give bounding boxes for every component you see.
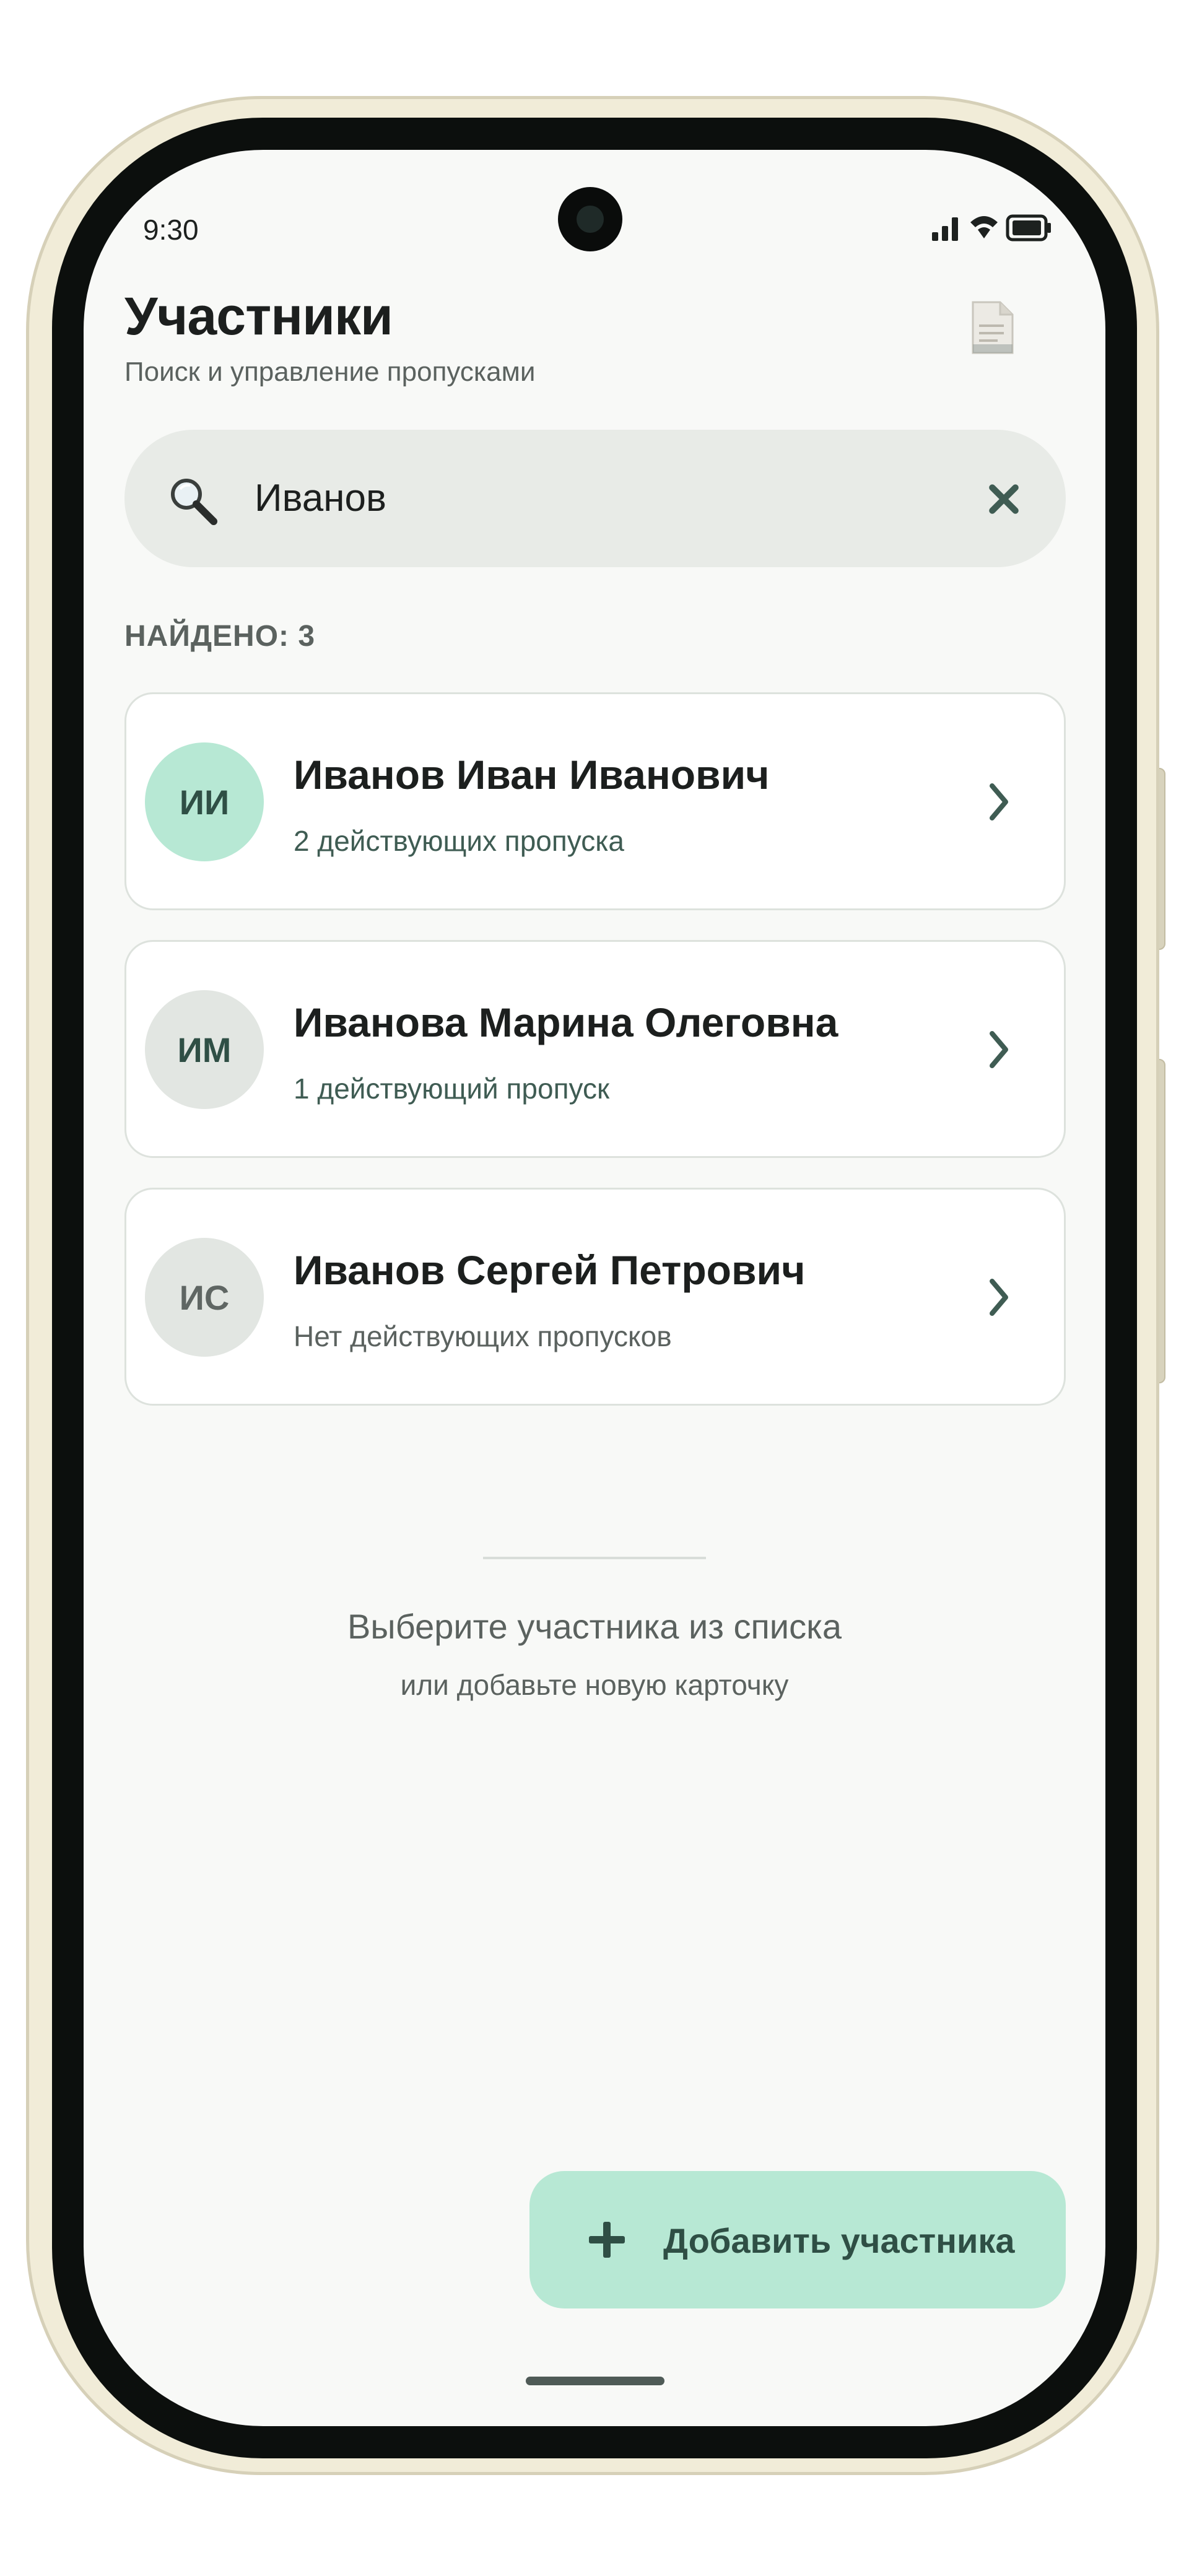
participant-card[interactable]: ИИ Иванов Иван Иванович 2 действующих пр…: [124, 692, 1066, 910]
participant-name: Иванов Иван Иванович: [294, 752, 770, 798]
wifi-icon: [970, 216, 998, 238]
stage: 9:30 Участники Поиск и управление пропус…: [0, 0, 1189, 2576]
participant-card[interactable]: ИС Иванов Сергей Петрович Нет действующи…: [124, 1188, 1066, 1406]
add-participant-button[interactable]: Добавить участника: [529, 2171, 1066, 2308]
search-icon: [171, 479, 217, 525]
close-icon: [989, 484, 1019, 514]
search-bar[interactable]: [124, 430, 1066, 567]
participant-name: Иванова Марина Олеговна: [294, 999, 838, 1045]
battery-icon: [1006, 214, 1051, 242]
home-indicator[interactable]: [526, 2377, 664, 2385]
empty-state-title: Выберите участника из списка: [347, 1607, 842, 1646]
status-time: 9:30: [143, 214, 199, 246]
divider: [483, 1557, 706, 1559]
pass-status: 1 действующий пропуск: [294, 1073, 610, 1105]
signal-icon: [932, 217, 958, 241]
empty-state-subtitle: или добавьте новую карточку: [400, 1669, 789, 1701]
results-count: НАЙДЕНО: 3: [124, 620, 316, 653]
pass-status: 2 действующих пропуска: [294, 825, 624, 857]
avatar: ИМ: [145, 990, 264, 1109]
add-participant-label: Добавить участника: [663, 2221, 1015, 2260]
clear-search-button[interactable]: [973, 468, 1035, 530]
camera-icon: [558, 187, 622, 251]
participant-name: Иванов Сергей Петрович: [294, 1247, 806, 1293]
chevron-right-icon: [990, 783, 1008, 820]
status-icons: [932, 214, 1051, 242]
document-icon[interactable]: [970, 300, 1015, 355]
search-input[interactable]: [255, 455, 905, 541]
pass-status: Нет действующих пропусков: [294, 1320, 672, 1352]
chevron-right-icon: [990, 1031, 1008, 1068]
avatar: ИС: [145, 1238, 264, 1357]
chevron-right-icon: [990, 1279, 1008, 1316]
plus-icon: [589, 2222, 625, 2258]
avatar: ИИ: [145, 742, 264, 861]
page-subtitle: Поиск и управление пропусками: [124, 357, 536, 387]
screen: 9:30 Участники Поиск и управление пропус…: [84, 150, 1105, 2426]
page-title: Участники: [124, 287, 393, 346]
participant-card[interactable]: ИМ Иванова Марина Олеговна 1 действующий…: [124, 940, 1066, 1158]
